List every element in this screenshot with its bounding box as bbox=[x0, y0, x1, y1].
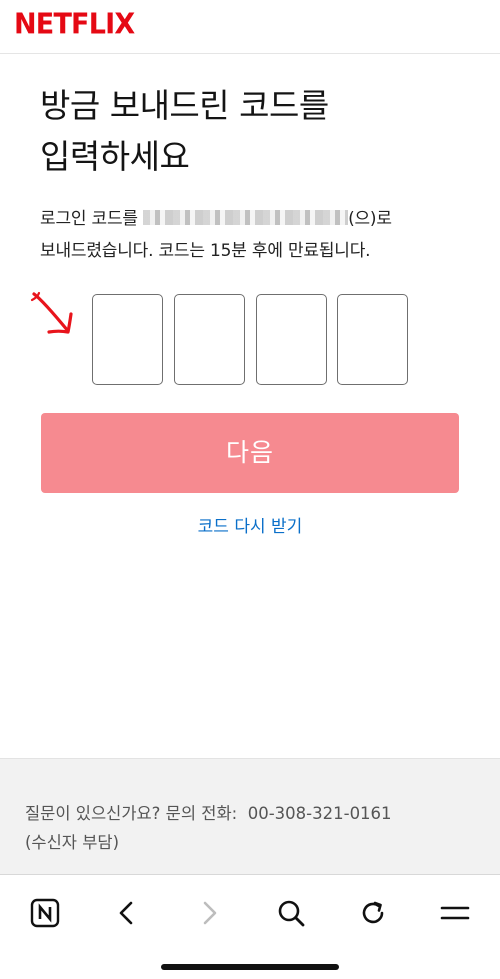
next-button[interactable]: 다음 bbox=[41, 413, 459, 493]
code-digit-3-input[interactable] bbox=[256, 294, 327, 385]
footer-question-line: 질문이 있으신가요? 문의 전화: 00-308-321-0161 bbox=[25, 799, 475, 828]
search-icon[interactable] bbox=[269, 891, 313, 935]
naver-home-icon[interactable] bbox=[23, 891, 67, 935]
code-digit-1-input[interactable] bbox=[92, 294, 163, 385]
footer: 질문이 있으신가요? 문의 전화: 00-308-321-0161 (수신자 부… bbox=[0, 758, 500, 874]
code-digit-4-input[interactable] bbox=[337, 294, 408, 385]
desc-line-2: 보내드렸습니다. 코드는 15분 후에 만료됩니다. bbox=[40, 241, 371, 261]
home-indicator bbox=[161, 964, 339, 970]
netflix-code-page: NETFLIX 방금 보내드린 코드를 입력하세요 로그인 코드를 (으)로 보… bbox=[0, 0, 500, 979]
desc-prefix: 로그인 코드를 bbox=[40, 209, 144, 229]
footer-phone-link[interactable]: 00-308-321-0161 bbox=[248, 804, 392, 823]
menu-icon[interactable] bbox=[433, 891, 477, 935]
code-digit-2-input[interactable] bbox=[174, 294, 245, 385]
code-description: 로그인 코드를 (으)로 보내드렸습니다. 코드는 15분 후에 만료됩니다. bbox=[40, 203, 480, 267]
page-title: 방금 보내드린 코드를 입력하세요 bbox=[40, 80, 460, 182]
masked-contact bbox=[143, 210, 349, 225]
header: NETFLIX bbox=[0, 0, 500, 54]
desc-suffix: (으)로 bbox=[348, 209, 392, 229]
back-icon[interactable] bbox=[105, 891, 149, 935]
title-line-1: 방금 보내드린 코드를 bbox=[40, 86, 329, 125]
footer-contact: 질문이 있으신가요? 문의 전화: 00-308-321-0161 (수신자 부… bbox=[25, 799, 475, 857]
forward-icon[interactable] bbox=[187, 891, 231, 935]
code-input-group bbox=[92, 294, 412, 386]
footer-question: 질문이 있으신가요? 문의 전화: bbox=[25, 804, 238, 823]
netflix-logo[interactable]: NETFLIX bbox=[14, 6, 135, 44]
title-line-2: 입력하세요 bbox=[40, 137, 190, 176]
resend-code-link[interactable]: 코드 다시 받기 bbox=[0, 513, 500, 541]
desc-line-1: 로그인 코드를 (으)로 bbox=[40, 203, 480, 235]
red-arrow-icon bbox=[30, 291, 73, 334]
footer-toll-note: (수신자 부담) bbox=[25, 833, 120, 852]
refresh-icon[interactable] bbox=[351, 891, 395, 935]
